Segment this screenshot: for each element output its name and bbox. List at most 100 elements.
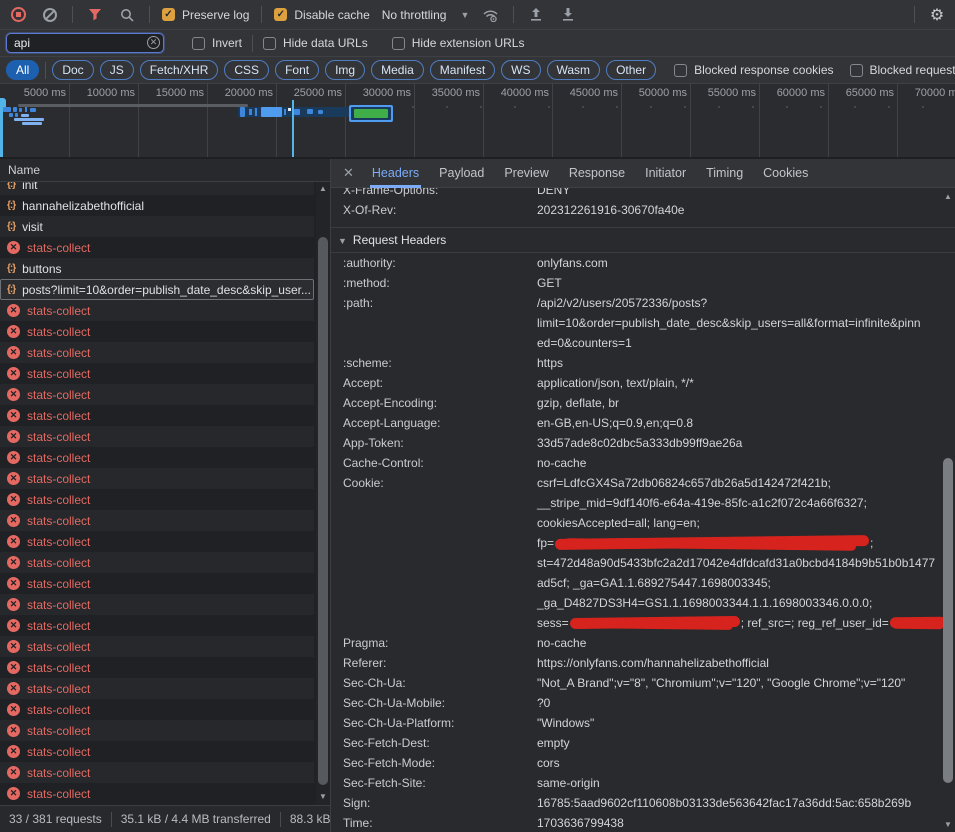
network-overview-timeline[interactable]: 5000 ms10000 ms15000 ms20000 ms25000 ms3… [0,84,955,159]
blocked-requests-checkbox[interactable]: Blocked requests [850,63,955,77]
tab-response[interactable]: Response [559,159,635,188]
import-har-icon[interactable] [526,5,546,25]
settings-gear-icon[interactable]: ⚙ [927,5,947,25]
request-row[interactable]: ✕stats-collect [0,741,314,762]
filter-icon[interactable] [85,5,105,25]
filter-pill-doc[interactable]: Doc [52,60,93,80]
filter-pill-all[interactable]: All [6,60,39,80]
clear-filter-icon[interactable]: ✕ [147,36,160,49]
scrollbar-thumb[interactable] [943,458,953,783]
scrollbar-thumb[interactable] [318,237,328,785]
request-row[interactable]: ✕stats-collect [0,552,314,573]
request-row[interactable]: ✕stats-collect [0,342,314,363]
header-value-line: same-origin [537,773,600,793]
request-row[interactable]: {:}posts?limit=10&order=publish_date_des… [0,279,314,300]
request-row[interactable]: ✕stats-collect [0,489,314,510]
request-row[interactable]: ✕stats-collect [0,783,314,804]
json-file-icon: {:} [7,182,15,190]
header-row: X-Of-Rev:202312261916-30670fa40e [331,200,955,220]
request-row[interactable]: {:}hannahelizabethofficial [0,195,314,216]
request-row[interactable]: ✕stats-collect [0,321,314,342]
checkbox-unchecked-icon [263,37,276,50]
request-row[interactable]: ✕stats-collect [0,762,314,783]
request-row[interactable]: {:}init [0,182,314,195]
filter-pill-manifest[interactable]: Manifest [430,60,495,80]
request-row[interactable]: ✕stats-collect [0,405,314,426]
filter-pill-css[interactable]: CSS [224,60,269,80]
tab-payload[interactable]: Payload [429,159,494,188]
request-row[interactable]: ✕stats-collect [0,615,314,636]
filter-pill-ws[interactable]: WS [501,60,540,80]
export-har-icon[interactable] [558,5,578,25]
filter-pill-fetch-xhr[interactable]: Fetch/XHR [140,60,219,80]
tab-preview[interactable]: Preview [494,159,558,188]
header-row: Cookie:csrf=LdfcGX4Sa72db06824c657db26a5… [331,473,955,633]
filter-pill-other[interactable]: Other [606,60,656,80]
list-scrollbar[interactable]: ▲ ▼ [316,182,330,805]
preserve-log-checkbox[interactable]: ✓ Preserve log [162,8,249,22]
header-name: :method: [343,273,537,293]
request-row[interactable]: ✕stats-collect [0,363,314,384]
header-value-block: csrf=LdfcGX4Sa72db06824c657db26a5d142472… [537,473,947,633]
filter-pill-media[interactable]: Media [371,60,424,80]
header-value-text: limit=10&order=publish_date_desc&skip_us… [537,316,921,330]
header-value-block: no-cache [537,453,586,473]
details-scrollbar[interactable]: ▲ ▼ [941,188,955,832]
filter-pill-js[interactable]: JS [100,60,134,80]
request-row[interactable]: ✕stats-collect [0,573,314,594]
search-icon[interactable] [117,5,137,25]
header-value-text: ; ref_src=; reg_ref_user_id= [741,616,889,630]
disable-cache-checkbox[interactable]: ✓ Disable cache [274,8,369,22]
invert-checkbox[interactable]: Invert [192,36,242,50]
filter-pill-wasm[interactable]: Wasm [547,60,601,80]
request-row[interactable]: ✕stats-collect [0,699,314,720]
request-row[interactable]: ✕stats-collect [0,237,314,258]
error-icon: ✕ [7,682,20,695]
filter-pill-font[interactable]: Font [275,60,319,80]
filter-pill-img[interactable]: Img [325,60,365,80]
request-row[interactable]: ✕stats-collect [0,678,314,699]
header-value-line: DENY [537,188,570,200]
request-row[interactable]: ✕stats-collect [0,384,314,405]
waterfall-mark [261,107,282,117]
request-row[interactable]: ✕stats-collect [0,447,314,468]
filter-input[interactable] [6,33,164,53]
request-name: stats-collect [27,493,90,507]
header-value-line: cors [537,753,560,773]
hide-data-urls-checkbox[interactable]: Hide data URLs [263,36,368,50]
request-headers-section-header[interactable]: ▼Request Headers [331,227,955,253]
scroll-up-icon[interactable]: ▲ [316,184,330,193]
throttling-dropdown[interactable]: No throttling ▼ [382,8,470,22]
record-button[interactable] [8,5,28,25]
request-row[interactable]: {:}visit [0,216,314,237]
hide-data-urls-label: Hide data URLs [283,36,368,50]
request-row[interactable]: ✕stats-collect [0,720,314,741]
request-row[interactable]: ✕stats-collect [0,594,314,615]
clear-button[interactable] [40,5,60,25]
request-row[interactable]: ✕stats-collect [0,300,314,321]
name-column-header[interactable]: Name [0,159,330,182]
request-row[interactable]: ✕stats-collect [0,636,314,657]
scroll-down-icon[interactable]: ▼ [941,820,955,829]
scroll-down-icon[interactable]: ▼ [316,792,330,801]
tab-initiator[interactable]: Initiator [635,159,696,188]
network-conditions-icon[interactable] [481,5,501,25]
request-name: stats-collect [27,640,90,654]
hide-extension-urls-checkbox[interactable]: Hide extension URLs [392,36,525,50]
error-icon: ✕ [7,766,20,779]
tab-headers[interactable]: Headers [362,159,429,188]
tab-timing[interactable]: Timing [696,159,753,188]
request-row[interactable]: ✕stats-collect [0,468,314,489]
request-row[interactable]: {:}buttons [0,258,314,279]
waterfall-mark [288,108,291,111]
json-file-icon: {:} [7,221,15,232]
request-row[interactable]: ✕stats-collect [0,657,314,678]
scroll-up-icon[interactable]: ▲ [941,192,955,201]
request-row[interactable]: ✕stats-collect [0,426,314,447]
tab-cookies[interactable]: Cookies [753,159,818,188]
request-row[interactable]: ✕stats-collect [0,531,314,552]
header-value-line: cookiesAccepted=all; lang=en; [537,513,947,533]
blocked-response-cookies-checkbox[interactable]: Blocked response cookies [674,63,833,77]
close-icon[interactable]: ✕ [339,165,362,181]
request-row[interactable]: ✕stats-collect [0,510,314,531]
